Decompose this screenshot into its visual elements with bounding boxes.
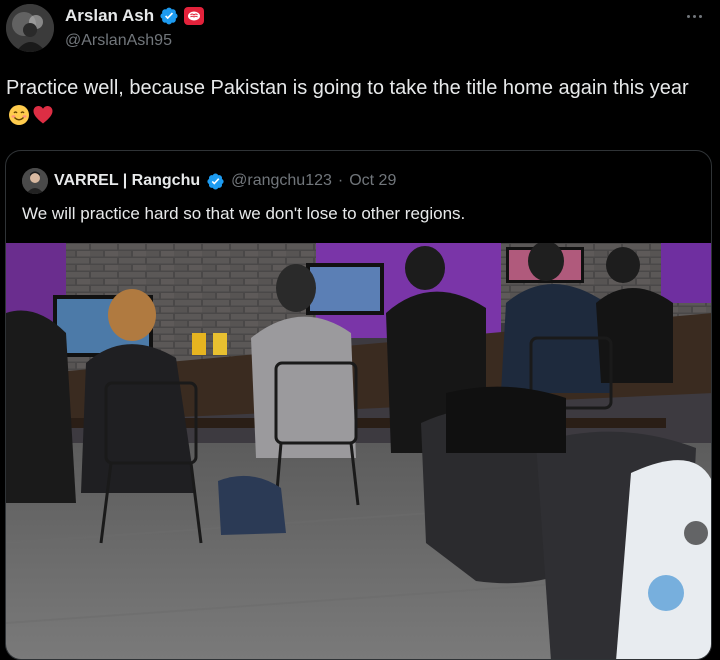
author-avatar[interactable] [6,4,54,52]
quoted-header: VARREL | Rangchu @rangchu123 · Oct 29 [22,168,396,194]
author-handle[interactable]: @ArslanAsh95 [65,32,172,50]
verified-badge-icon[interactable] [159,6,179,26]
author-name-row: Arslan Ash [65,5,205,27]
verified-badge-icon[interactable] [206,172,225,191]
quoted-text: We will practice hard so that we don't l… [22,204,466,223]
tweet-text-block: Practice well, because Pakistan is going… [6,74,711,130]
quoted-display-name[interactable]: VARREL | Rangchu [54,172,200,190]
dot-icon [692,14,696,18]
red-heart-icon [32,104,54,126]
tweet-container: Arslan Ash @ArslanAsh95 Practice well, b… [0,0,720,660]
quoted-photo[interactable] [6,241,711,659]
dot-icon [686,14,690,18]
affiliate-badge-icon[interactable] [184,7,205,25]
quoted-handle[interactable]: @rangchu123 [231,172,332,190]
smiling-face-icon [8,104,30,126]
author-display-name[interactable]: Arslan Ash [65,6,154,26]
photo-icon [6,241,711,659]
dot-icon [698,14,702,18]
quoted-tweet[interactable]: VARREL | Rangchu @rangchu123 · Oct 29 We… [5,150,712,660]
separator-dot: · [337,172,344,189]
quoted-avatar[interactable] [22,168,48,194]
tweet-text: Practice well, because Pakistan is going… [6,77,689,99]
quoted-date[interactable]: Oct 29 [349,172,396,190]
more-options-button[interactable] [682,6,706,26]
